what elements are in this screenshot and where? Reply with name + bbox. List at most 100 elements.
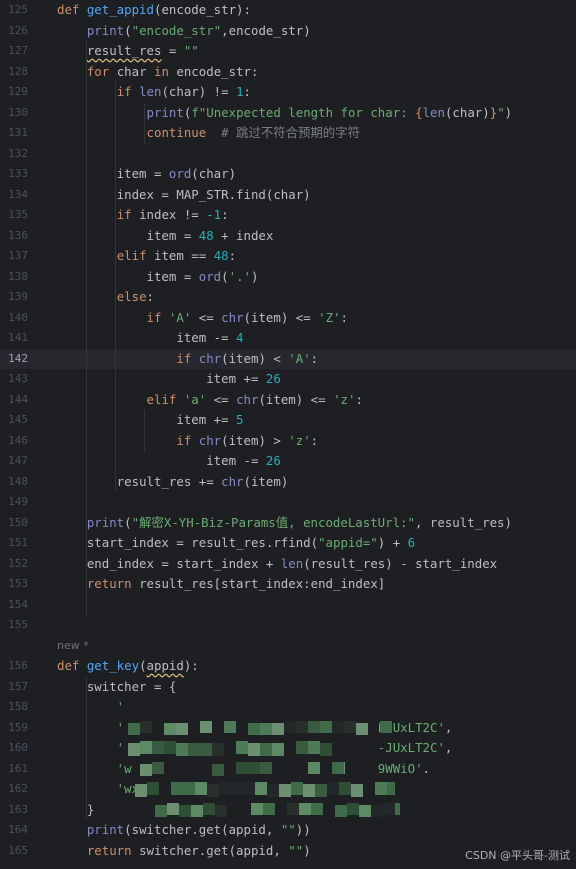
code-token: ord: [168, 166, 192, 181]
code-token: switcher.get(appid,: [139, 842, 289, 858]
redact-pixel: [344, 720, 356, 733]
code-text: if chr(item) < 'A':: [57, 349, 318, 370]
code-line[interactable]: 155: [0, 615, 576, 636]
code-token: item ==: [154, 248, 214, 263]
redact-pixel: [291, 782, 303, 795]
redact-pixel: [272, 743, 284, 756]
code-token: (item) <=: [243, 309, 319, 325]
code-token: (char): [191, 166, 237, 181]
redact-pixel: [251, 802, 263, 815]
code-line[interactable]: 164 print(switcher.get(appid, "")): [0, 820, 576, 841]
redact-pixel: [260, 761, 272, 774]
redacted-region: [128, 741, 340, 756]
code-token: (: [124, 22, 132, 38]
redact-pixel: [215, 804, 227, 817]
redact-pixel: [243, 782, 255, 795]
indent-guide: [144, 410, 145, 451]
code-token: ,encode_str): [221, 22, 311, 38]
line-number: 133: [8, 167, 28, 180]
code-token: return: [86, 842, 140, 858]
redact-pixel: [191, 804, 203, 817]
redact-pixel: [171, 782, 183, 795]
code-token: ,: [444, 740, 453, 755]
redact-pixel: [284, 720, 296, 733]
code-line[interactable]: 126 print("encode_str",encode_str): [0, 21, 576, 42]
redact-pixel: [320, 720, 332, 733]
code-token: ): [303, 842, 311, 858]
code-text: def get_appid(encode_str):: [57, 0, 251, 21]
code-token: (item) <: [221, 350, 289, 366]
code-token: (encode_str):: [153, 2, 251, 17]
line-number: 149: [8, 495, 28, 508]
line-number: 153: [8, 577, 28, 590]
code-token: 'A': [168, 309, 192, 325]
redact-pixel: [383, 802, 395, 815]
csdn-watermark: CSDN @平头哥-测试: [465, 849, 570, 862]
line-number: 154: [8, 597, 28, 611]
code-line[interactable]: 125 def get_appid(encode_str):: [0, 0, 576, 21]
code-token: 'z': [333, 391, 356, 407]
line-number: 147: [8, 454, 28, 467]
line-number: 126: [8, 23, 28, 37]
code-text: result_res += chr(item): [57, 472, 289, 493]
redact-pixel: [128, 743, 140, 756]
code-token: 5: [236, 412, 244, 427]
line-number: 131: [8, 126, 28, 139]
code-editor[interactable]: 125 def get_appid(encode_str): 126 print("…: [0, 0, 576, 869]
code-line[interactable]: 156 def get_key(appid):: [0, 656, 576, 677]
code-token: :: [310, 350, 319, 366]
code-token: (char) !=: [161, 84, 237, 99]
code-text: switcher = {: [57, 677, 177, 698]
redact-pixel: [299, 802, 311, 815]
line-number: 155: [8, 618, 28, 631]
code-token: "": [280, 822, 296, 837]
indent-guide: [115, 82, 116, 492]
code-token: if: [116, 84, 140, 99]
code-token: -1: [206, 207, 222, 222]
code-token: 48: [198, 227, 214, 243]
code-token: def: [57, 658, 87, 673]
line-number: 135: [8, 208, 28, 221]
code-token: char: [116, 63, 154, 79]
code-token: in: [154, 63, 177, 79]
redact-pixel: [200, 720, 212, 733]
code-token: 'w: [57, 760, 132, 776]
code-token: ,: [444, 719, 453, 735]
redact-pixel: [347, 802, 359, 815]
redact-pixel: [200, 743, 212, 756]
line-number: 130: [8, 105, 28, 119]
code-token: "": [183, 43, 199, 58]
redact-pixel: [296, 720, 308, 733]
code-token: print: [146, 104, 184, 120]
line-number: 148: [8, 474, 28, 488]
code-text: if index != -1:: [57, 205, 229, 226]
code-token: :: [243, 84, 252, 99]
code-text: item = ord(char): [57, 164, 236, 185]
line-number: 138: [8, 269, 28, 283]
code-token: len: [422, 104, 445, 120]
redact-pixel: [255, 782, 267, 795]
code-token: :: [355, 391, 363, 407]
redact-pixel: [335, 804, 347, 817]
code-token: :: [221, 207, 229, 222]
usage-inlay-hint[interactable]: new *: [57, 636, 89, 657]
code-text: ': [57, 697, 124, 718]
code-token: 48: [213, 248, 229, 263]
redacted-region: [155, 802, 400, 817]
redact-pixel: [263, 802, 275, 815]
code-token: chr: [221, 473, 244, 489]
code-token: (switcher.get(appid,: [124, 822, 281, 837]
code-text: continue # 跳过不符合预期的字符: [57, 123, 360, 144]
code-text: item = 48 + index: [57, 226, 274, 247]
line-number: 165: [8, 843, 28, 857]
code-token: (: [221, 268, 229, 284]
redact-pixel: [167, 802, 179, 815]
code-token: switcher = {: [57, 678, 177, 694]
